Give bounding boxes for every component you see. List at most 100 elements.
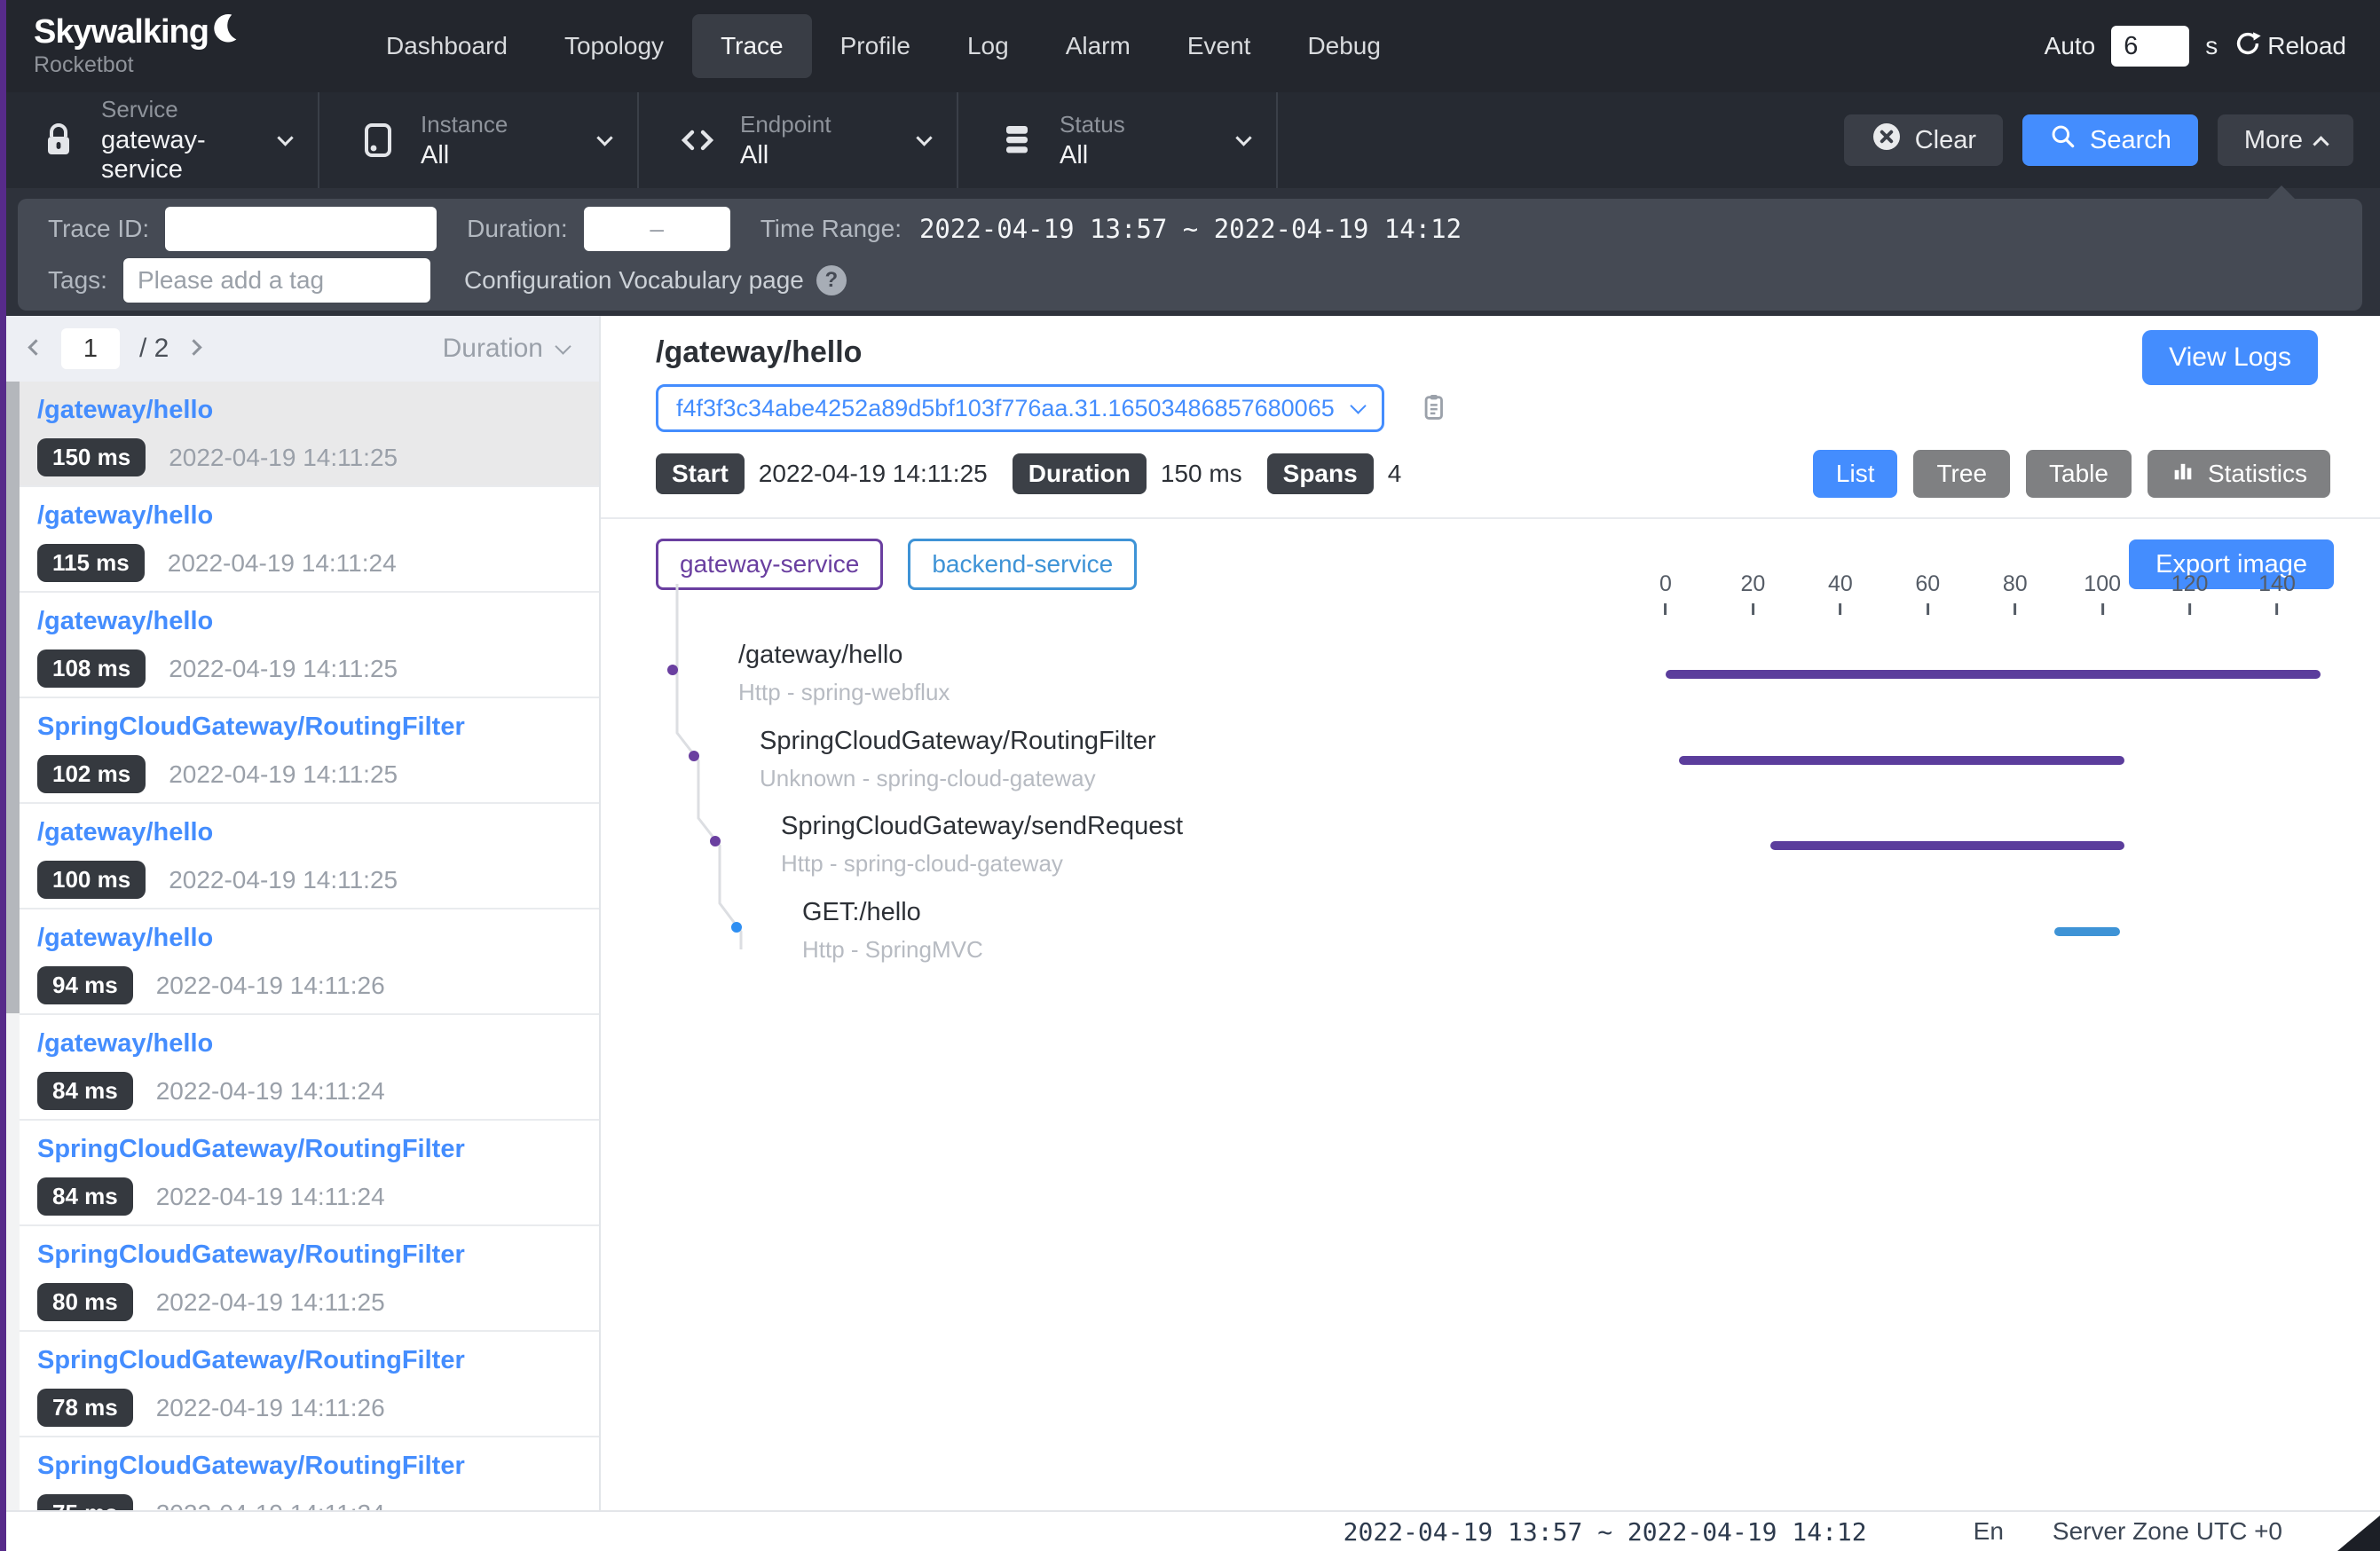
duration-badge: Duration <box>1013 453 1147 494</box>
span-bar[interactable] <box>1679 756 2124 765</box>
auto-unit: s <box>2205 32 2218 60</box>
prev-page-icon[interactable] <box>28 339 43 355</box>
nav-item-topology[interactable]: Topology <box>536 14 692 78</box>
trace-list-item[interactable]: /gateway/hello 150 ms2022-04-19 14:11:25 <box>0 382 599 487</box>
help-icon[interactable]: ? <box>816 265 847 295</box>
trace-list-item[interactable]: SpringCloudGateway/RoutingFilter 102 ms2… <box>0 698 599 804</box>
footer: 2022-04-19 13:57 ~ 2022-04-19 14:12 En S… <box>0 1510 2380 1551</box>
duration-input[interactable] <box>584 207 730 251</box>
span-name[interactable]: GET:/hello <box>802 898 921 927</box>
nav-item-alarm[interactable]: Alarm <box>1037 14 1159 78</box>
scrollbar-thumb[interactable] <box>5 382 20 1013</box>
trace-id-select[interactable]: f4f3f3c34abe4252a89d5bf103f776aa.31.1650… <box>656 384 1384 432</box>
endpoint-selector[interactable]: Endpoint All <box>639 92 958 188</box>
search-button[interactable]: Search <box>2022 114 2198 166</box>
trace-title[interactable]: SpringCloudGateway/RoutingFilter <box>37 1452 581 1481</box>
trace-title[interactable]: /gateway/hello <box>37 396 581 425</box>
view-mode-tree[interactable]: Tree <box>1913 450 2010 498</box>
span-bar[interactable] <box>2054 927 2120 936</box>
span-node-dot[interactable] <box>710 836 721 846</box>
reload-button[interactable]: Reload <box>2234 29 2346 64</box>
copy-icon[interactable] <box>1416 390 1450 428</box>
server-zone[interactable]: Server Zone UTC +0 <box>2053 1517 2282 1546</box>
nav-item-debug[interactable]: Debug <box>1279 14 1409 78</box>
trace-title[interactable]: SpringCloudGateway/RoutingFilter <box>37 1346 581 1375</box>
trace-list-item[interactable]: SpringCloudGateway/RoutingFilter 84 ms20… <box>0 1121 599 1226</box>
span-node-dot[interactable] <box>689 751 699 761</box>
trace-title[interactable]: /gateway/hello <box>37 818 581 847</box>
language-toggle[interactable]: En <box>1974 1517 2004 1546</box>
duration-badge: 84 ms <box>37 1177 133 1216</box>
chevron-up-icon <box>2313 136 2329 152</box>
sort-dropdown[interactable]: Duration <box>443 334 569 364</box>
nav-item-log[interactable]: Log <box>939 14 1037 78</box>
trace-title[interactable]: SpringCloudGateway/RoutingFilter <box>37 1135 581 1164</box>
nav-item-profile[interactable]: Profile <box>812 14 939 78</box>
span-name[interactable]: /gateway/hello <box>738 641 902 670</box>
trace-id-input[interactable] <box>165 207 437 251</box>
view-mode-list[interactable]: List <box>1813 450 1898 498</box>
lock-icon <box>37 119 80 161</box>
endpoint-label: Endpoint <box>740 111 910 138</box>
more-button[interactable]: More <box>2218 114 2353 166</box>
span-node-dot[interactable] <box>667 665 678 675</box>
trace-list-item[interactable]: /gateway/hello 115 ms2022-04-19 14:11:24 <box>0 487 599 593</box>
trace-title[interactable]: /gateway/hello <box>37 607 581 636</box>
time-range-value[interactable]: 2022-04-19 13:57 ~ 2022-04-19 14:12 <box>919 214 1462 244</box>
more-panel: Trace ID: Duration: Time Range: 2022-04-… <box>18 199 2362 311</box>
view-logs-button[interactable]: View Logs <box>2142 330 2318 385</box>
service-selector[interactable]: Service gateway-service <box>0 92 319 188</box>
trace-title[interactable]: SpringCloudGateway/RoutingFilter <box>37 713 581 742</box>
trace-list-item[interactable]: SpringCloudGateway/RoutingFilter 75 ms20… <box>0 1437 599 1510</box>
trace-list-item[interactable]: /gateway/hello 108 ms 2022-04-19 14:11:25 <box>0 593 599 698</box>
view-mode-table[interactable]: Table <box>2026 450 2132 498</box>
trace-time: 2022-04-19 14:11:25 <box>169 655 398 683</box>
trace-title[interactable]: /gateway/hello <box>37 1029 581 1059</box>
page-number-input[interactable] <box>61 328 120 369</box>
view-mode-statistics[interactable]: Statistics <box>2148 450 2330 498</box>
duration-badge: 150 ms <box>37 438 146 476</box>
search-label: Search <box>2090 126 2171 155</box>
span-node-dot[interactable] <box>731 922 742 933</box>
trace-list-item[interactable]: /gateway/hello 100 ms2022-04-19 14:11:25 <box>0 804 599 909</box>
instance-selector[interactable]: Instance All <box>319 92 639 188</box>
list-scrollbar[interactable] <box>5 382 20 1510</box>
trace-title[interactable]: /gateway/hello <box>37 501 581 531</box>
axis-tick: 80 <box>2003 571 2028 615</box>
vocabulary-link[interactable]: Configuration Vocabulary page <box>464 266 804 295</box>
clear-button[interactable]: Clear <box>1844 114 2003 166</box>
reload-label: Reload <box>2267 32 2346 60</box>
trace-list-item[interactable]: SpringCloudGateway/RoutingFilter 78 ms20… <box>0 1332 599 1437</box>
trace-list-item[interactable]: /gateway/hello 94 ms2022-04-19 14:11:26 <box>0 909 599 1015</box>
status-selector[interactable]: Status All <box>958 92 1278 188</box>
trace-title[interactable]: SpringCloudGateway/RoutingFilter <box>37 1240 581 1270</box>
trace-title[interactable]: /gateway/hello <box>37 924 581 953</box>
axis-tick: 40 <box>1828 571 1853 615</box>
tags-input[interactable] <box>123 258 430 303</box>
span-name[interactable]: SpringCloudGateway/RoutingFilter <box>760 727 1156 756</box>
span-bar[interactable] <box>1770 841 2124 850</box>
chevron-down-icon <box>277 130 293 146</box>
duration-badge: 80 ms <box>37 1283 133 1321</box>
chevron-down-icon <box>596 130 612 146</box>
trace-time: 2022-04-19 14:11:25 <box>169 760 398 789</box>
auto-interval-input[interactable] <box>2111 26 2189 67</box>
span-bar[interactable] <box>1666 670 2321 679</box>
nav-item-trace[interactable]: Trace <box>692 14 812 78</box>
footer-time-range[interactable]: 2022-04-19 13:57 ~ 2022-04-19 14:12 <box>1344 1517 1867 1547</box>
nav-item-event[interactable]: Event <box>1159 14 1280 78</box>
clear-label: Clear <box>1915 126 1976 155</box>
crescent-moon-icon <box>210 11 242 47</box>
more-panel-zone: Trace ID: Duration: Time Range: 2022-04-… <box>0 188 2380 316</box>
service-value: gateway-service <box>101 126 271 185</box>
tags-label: Tags: <box>48 266 107 295</box>
span-name[interactable]: SpringCloudGateway/sendRequest <box>781 812 1183 841</box>
instance-label: Instance <box>421 111 590 138</box>
trace-list-item[interactable]: /gateway/hello 84 ms2022-04-19 14:11:24 <box>0 1015 599 1121</box>
top-nav: Skywalking Rocketbot Dashboard Topology … <box>0 0 2380 92</box>
trace-list-item[interactable]: SpringCloudGateway/RoutingFilter 80 ms20… <box>0 1226 599 1332</box>
duration-badge: 108 ms <box>37 650 146 688</box>
nav-item-dashboard[interactable]: Dashboard <box>358 14 536 78</box>
duration-label: Duration: <box>467 215 568 243</box>
next-page-icon[interactable] <box>186 339 202 355</box>
